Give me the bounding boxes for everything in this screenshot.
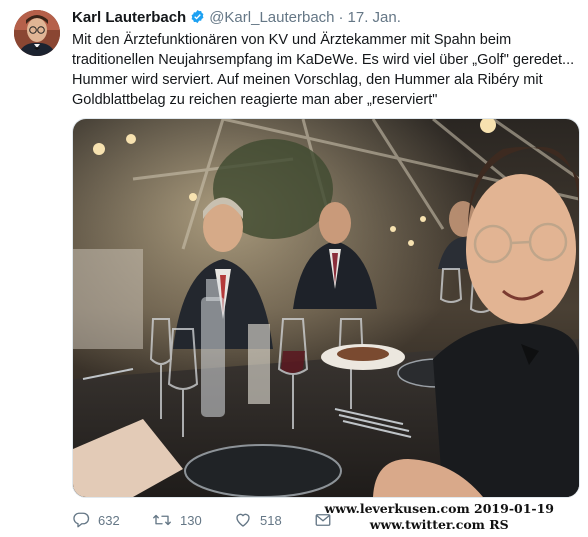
like-count: 518 bbox=[260, 512, 282, 528]
tweet-text-line: Goldblattbelag zu reichen reagierte man … bbox=[72, 92, 438, 108]
tweet-photo[interactable] bbox=[72, 118, 580, 498]
watermark-line: www.leverkusen.com 2019-01-19 bbox=[324, 501, 554, 516]
tweet-date[interactable]: 17. Jan. bbox=[348, 9, 401, 26]
reply-button[interactable]: 632 bbox=[72, 511, 120, 529]
author-name[interactable]: Karl Lauterbach bbox=[72, 9, 186, 26]
heart-icon bbox=[234, 511, 252, 529]
verified-badge-icon bbox=[190, 9, 205, 28]
avatar[interactable] bbox=[14, 10, 60, 56]
tweet-text-line: Hummer wird serviert. Auf meinen Vorschl… bbox=[72, 72, 543, 88]
like-button[interactable]: 518 bbox=[234, 511, 282, 529]
retweet-button[interactable]: 130 bbox=[152, 511, 202, 529]
reply-count: 632 bbox=[98, 512, 120, 528]
tweet-text-line: Mit den Ärztefunktionären von KV und Ärz… bbox=[72, 32, 512, 48]
tweet-text: Mit den Ärztefunktionären von KV und Ärz… bbox=[72, 30, 577, 110]
author-handle[interactable]: @Karl_Lauterbach bbox=[209, 9, 334, 26]
retweet-count: 130 bbox=[180, 512, 202, 528]
tweet-text-line: traditionellen Neujahrsempfang im KaDeWe… bbox=[72, 52, 575, 68]
tweet-header: Karl Lauterbach @Karl_Lauterbach · 17. Jan. bbox=[72, 9, 401, 28]
separator-dot: · bbox=[338, 9, 344, 26]
watermark-line: www.twitter.com RS bbox=[369, 517, 509, 532]
tweet: Karl Lauterbach @Karl_Lauterbach · 17. Jan.… bbox=[0, 0, 588, 537]
watermark: www.leverkusen.com 2019-01-19 www.twitte… bbox=[324, 501, 554, 533]
reply-icon bbox=[72, 511, 90, 529]
retweet-icon bbox=[152, 511, 172, 529]
